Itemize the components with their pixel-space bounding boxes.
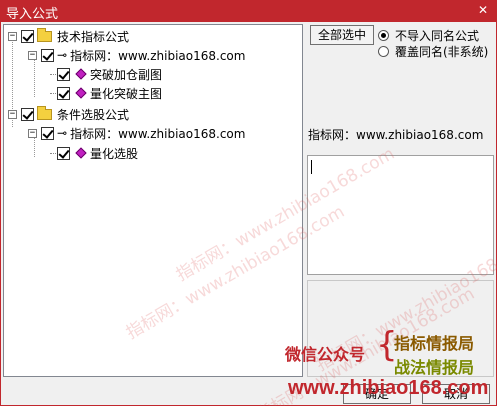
collapse-icon[interactable]: − <box>28 128 37 138</box>
key-icon: ⊸ <box>57 126 67 140</box>
radio-label: 不导入同名公式 <box>395 28 480 43</box>
radio-skip-duplicates[interactable]: 不导入同名公式 <box>378 27 479 43</box>
formula-label: 突破加仓副图 <box>90 67 163 82</box>
folder-icon <box>37 27 52 42</box>
collapse-icon[interactable]: − <box>8 31 17 41</box>
radio-icon[interactable] <box>378 45 389 57</box>
group-label: 条件选股公式 <box>57 107 130 122</box>
formula-tree[interactable]: − 技术指标公式 − ⊸ 指标网：www.zhibiao168.com 突破加仓… <box>3 24 303 377</box>
radio-overwrite-duplicates[interactable]: 覆盖同名(非系统) <box>378 43 488 59</box>
tree-source-node[interactable]: − ⊸ 指标网：www.zhibiao168.com <box>28 46 245 64</box>
text-caret <box>311 160 312 174</box>
group-checkbox[interactable] <box>21 107 34 121</box>
close-icon[interactable]: ✕ <box>475 2 491 18</box>
source-checkbox[interactable] <box>41 126 54 140</box>
collapse-icon[interactable]: − <box>8 109 17 119</box>
title-bar: 导入公式 ✕ <box>0 0 497 22</box>
tree-formula-item[interactable]: 量化选股 <box>50 144 138 162</box>
collapse-icon[interactable]: − <box>28 50 37 60</box>
promo-url: www.zhibiao168.com <box>288 377 489 399</box>
tree-source-node[interactable]: − ⊸ 指标网：www.zhibiao168.com <box>28 124 245 142</box>
radio-icon[interactable] <box>378 29 389 41</box>
formula-checkbox[interactable] <box>57 67 70 81</box>
formula-checkbox[interactable] <box>57 86 70 100</box>
formula-gem-icon <box>75 68 87 80</box>
select-all-button[interactable]: 全部选中 <box>310 25 374 45</box>
promo-account-a: 指标情报局 <box>394 334 475 353</box>
source-label: 指标网：www.zhibiao168.com <box>70 126 246 141</box>
tree-formula-item[interactable]: 突破加仓副图 <box>50 65 162 83</box>
tree-group-indicator[interactable]: − 技术指标公式 <box>8 27 129 45</box>
formula-gem-icon <box>75 147 87 159</box>
formula-checkbox[interactable] <box>57 146 70 160</box>
source-checkbox[interactable] <box>41 48 54 62</box>
formula-label: 量化突破主图 <box>90 86 163 101</box>
formula-gem-icon <box>75 87 87 99</box>
radio-label: 覆盖同名(非系统) <box>395 44 489 59</box>
formula-label: 量化选股 <box>90 146 139 161</box>
tree-group-screening[interactable]: − 条件选股公式 <box>8 105 129 123</box>
folder-icon <box>37 105 52 120</box>
promo-wechat-label: 微信公众号 <box>285 345 366 364</box>
formula-info-label: 指标网：www.zhibiao168.com <box>308 128 484 142</box>
promo-account-b: 战法情报局 <box>394 358 475 377</box>
window-title: 导入公式 <box>6 7 59 22</box>
group-label: 技术指标公式 <box>57 29 130 44</box>
tree-formula-item[interactable]: 量化突破主图 <box>50 84 162 102</box>
source-label: 指标网：www.zhibiao168.com <box>70 48 246 63</box>
group-checkbox[interactable] <box>21 29 34 43</box>
key-icon: ⊸ <box>57 48 67 62</box>
formula-description-textarea[interactable] <box>307 155 494 275</box>
